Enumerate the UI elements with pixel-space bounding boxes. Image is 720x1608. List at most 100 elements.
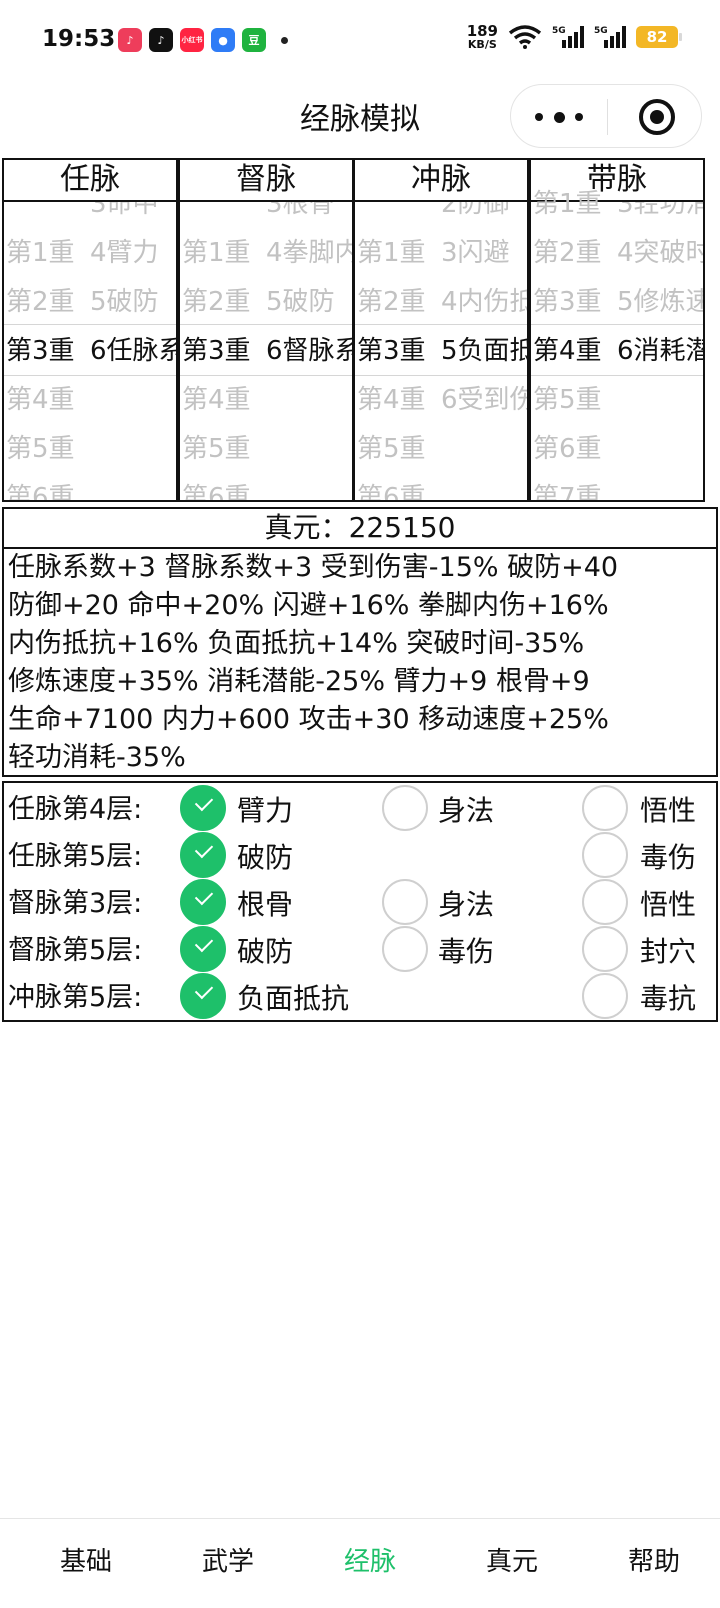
option-label: 负面抵抗 xyxy=(237,982,350,1015)
level-option[interactable]: 第2重 xyxy=(6,277,75,327)
option-label: 毒伤 xyxy=(640,841,697,874)
more-icon[interactable] xyxy=(535,107,583,127)
net-speed-value: 189 xyxy=(466,22,498,40)
radio-circle-icon[interactable] xyxy=(382,926,428,972)
picker-wheels: 第1重第2重第3重第4重第5重第6重3根骨4拳脚内伤5破防6督脉系数 xyxy=(180,202,352,500)
option-row-label: 督脉第5层: xyxy=(8,935,143,966)
effect-option[interactable]: 3轻功消耗 xyxy=(617,202,703,229)
radio-circle-icon[interactable] xyxy=(382,879,428,925)
radio-circle-icon[interactable] xyxy=(582,879,628,925)
effect-option[interactable]: 3根骨 xyxy=(266,202,335,229)
level-option[interactable]: 第1重 xyxy=(357,228,426,278)
checked-radio-icon[interactable] xyxy=(180,785,226,831)
level-option[interactable]: 第6重 xyxy=(6,473,75,500)
level-wheel[interactable]: 第1重 第2重 第3重 第4重 第5重 第6重 第7重 xyxy=(533,189,615,500)
effect-option[interactable]: 4内伤抵抗 xyxy=(441,277,527,327)
level-option[interactable]: 第2重 xyxy=(357,277,426,327)
checked-radio-icon[interactable] xyxy=(180,879,226,925)
meridian-name: 冲脉 xyxy=(355,160,527,202)
baidu-app-icon: ● xyxy=(211,28,235,52)
effect-option[interactable]: 5修炼速度 xyxy=(617,277,703,327)
level-option[interactable]: 第3重 xyxy=(6,326,75,376)
close-target-icon[interactable] xyxy=(639,99,675,135)
meridian-picker-2[interactable]: 督脉第1重第2重第3重第4重第5重第6重3根骨4拳脚内伤5破防6督脉系数 xyxy=(178,158,354,502)
effect-option[interactable]: 5破防 xyxy=(266,277,335,327)
signal-1-icon: 5G xyxy=(552,26,584,48)
level-option[interactable]: 第3重 xyxy=(533,277,602,327)
meridian-name: 任脉 xyxy=(4,160,176,202)
effect-option[interactable]: 6消耗潜能 xyxy=(617,326,703,376)
effect-option[interactable]: 6受到伤害 xyxy=(441,375,527,425)
picker-wheels: 第1重第2重第3重第4重第5重第6重第7重3轻功消耗4突破时间5修炼速度6消耗潜… xyxy=(531,189,703,500)
level-option[interactable]: 第5重 xyxy=(357,424,426,474)
checked-radio-icon[interactable] xyxy=(180,926,226,972)
meridian-picker-1[interactable]: 任脉第1重第2重第3重第4重第5重第6重3命中4臂力5破防6任脉系数 xyxy=(2,158,178,502)
tab-3[interactable]: 经脉 xyxy=(298,1519,442,1608)
level-option[interactable]: 第1重 xyxy=(182,228,251,278)
checked-radio-icon[interactable] xyxy=(180,832,226,878)
effect-option[interactable]: 3闪避 xyxy=(441,228,510,278)
effect-option[interactable]: 4拳脚内伤 xyxy=(266,228,352,278)
zhenyuan-row: 真元：225150 xyxy=(4,509,716,549)
effect-wheel[interactable]: 3轻功消耗4突破时间5修炼速度6消耗潜能 xyxy=(617,202,703,500)
level-wheel[interactable]: 第1重 第2重 第3重 第4重 第5重 第6重 xyxy=(182,202,264,500)
tab-2[interactable]: 武学 xyxy=(156,1519,300,1608)
level-option[interactable]: 第2重 xyxy=(182,277,251,327)
effect-wheel[interactable]: 3根骨4拳脚内伤5破防6督脉系数 xyxy=(266,202,352,500)
level-option[interactable]: 第1重 xyxy=(6,228,75,278)
net-speed-unit: KB/S xyxy=(467,38,497,51)
tab-4[interactable]: 真元 xyxy=(440,1519,584,1608)
option-label: 破防 xyxy=(237,841,294,874)
level-option[interactable]: 第4重 xyxy=(182,375,251,425)
effect-option[interactable]: 3命中 xyxy=(90,202,159,229)
tab-5[interactable]: 帮助 xyxy=(582,1519,720,1608)
effect-option[interactable]: 4臂力 xyxy=(90,228,159,278)
effect-option[interactable]: 2防御 xyxy=(441,202,510,229)
level-option[interactable]: 第6重 xyxy=(533,424,602,474)
effect-option[interactable]: 4突破时间 xyxy=(617,228,703,278)
level-option[interactable]: 第5重 xyxy=(533,375,602,425)
level-option[interactable]: 第4重 xyxy=(6,375,75,425)
level-option[interactable]: 第1重 xyxy=(533,179,602,229)
level-option[interactable]: 第7重 xyxy=(533,473,602,500)
effect-option[interactable]: 6督脉系数 xyxy=(266,326,352,376)
effect-option[interactable]: 5破防 xyxy=(90,277,159,327)
tab-1[interactable]: 基础 xyxy=(14,1519,158,1608)
zhenyuan-label: 真元： xyxy=(264,511,349,544)
level-wheel[interactable]: 第1重 第2重 第3重 第4重 第5重 第6重 xyxy=(6,202,88,500)
option-row-label: 任脉第5层: xyxy=(8,841,143,872)
checked-radio-icon[interactable] xyxy=(180,973,226,1019)
radio-circle-icon[interactable] xyxy=(382,785,428,831)
meridian-picker-3[interactable]: 冲脉第1重第2重第3重第4重第5重第6重2防御3闪避4内伤抵抗5负面抵抗6受到伤… xyxy=(353,158,529,502)
level-option[interactable]: 第5重 xyxy=(6,424,75,474)
radio-circle-icon[interactable] xyxy=(582,785,628,831)
net-speed: 189 KB/S xyxy=(466,22,498,51)
wifi-icon xyxy=(508,25,542,49)
level-option[interactable]: 第3重 xyxy=(357,326,426,376)
effect-wheel[interactable]: 3命中4臂力5破防6任脉系数 xyxy=(90,202,176,500)
meridian-pickers: 任脉第1重第2重第3重第4重第5重第6重3命中4臂力5破防6任脉系数督脉第1重第… xyxy=(2,158,718,502)
effect-wheel[interactable]: 2防御3闪避4内伤抵抗5负面抵抗6受到伤害 xyxy=(441,202,527,500)
level-option[interactable]: 第4重 xyxy=(357,375,426,425)
more-notifications-dot xyxy=(281,36,288,44)
option-row-label: 冲脉第5层: xyxy=(8,982,143,1013)
notification-app-icons: ♪ ♪ 小红书 ● 豆 xyxy=(118,28,288,52)
meridian-picker-4[interactable]: 带脉第1重第2重第3重第4重第5重第6重第7重3轻功消耗4突破时间5修炼速度6消… xyxy=(529,158,705,502)
level-option[interactable]: 第2重 xyxy=(533,228,602,278)
stat-line: 任脉系数+3 督脉系数+3 受到伤害-15% 破防+40 xyxy=(8,552,619,583)
effect-option[interactable]: 5负面抵抗 xyxy=(441,326,527,376)
level-wheel[interactable]: 第1重 第2重 第3重 第4重 第5重 第6重 xyxy=(357,202,439,500)
radio-circle-icon[interactable] xyxy=(582,832,628,878)
radio-circle-icon[interactable] xyxy=(582,973,628,1019)
tab-bar: 基础 武学 经脉 真元 帮助 xyxy=(0,1518,720,1608)
level-option[interactable]: 第6重 xyxy=(357,473,426,500)
level-option[interactable]: 第5重 xyxy=(182,424,251,474)
option-row: 冲脉第5层: 负面抵抗 毒抗 xyxy=(4,971,716,1019)
level-option[interactable]: 第6重 xyxy=(182,473,251,500)
radio-circle-icon[interactable] xyxy=(582,926,628,972)
level-option[interactable]: 第3重 xyxy=(182,326,251,376)
option-label: 破防 xyxy=(237,935,294,968)
effect-option[interactable]: 6任脉系数 xyxy=(90,326,176,376)
option-label: 悟性 xyxy=(640,794,697,827)
level-option[interactable]: 第4重 xyxy=(533,326,602,376)
